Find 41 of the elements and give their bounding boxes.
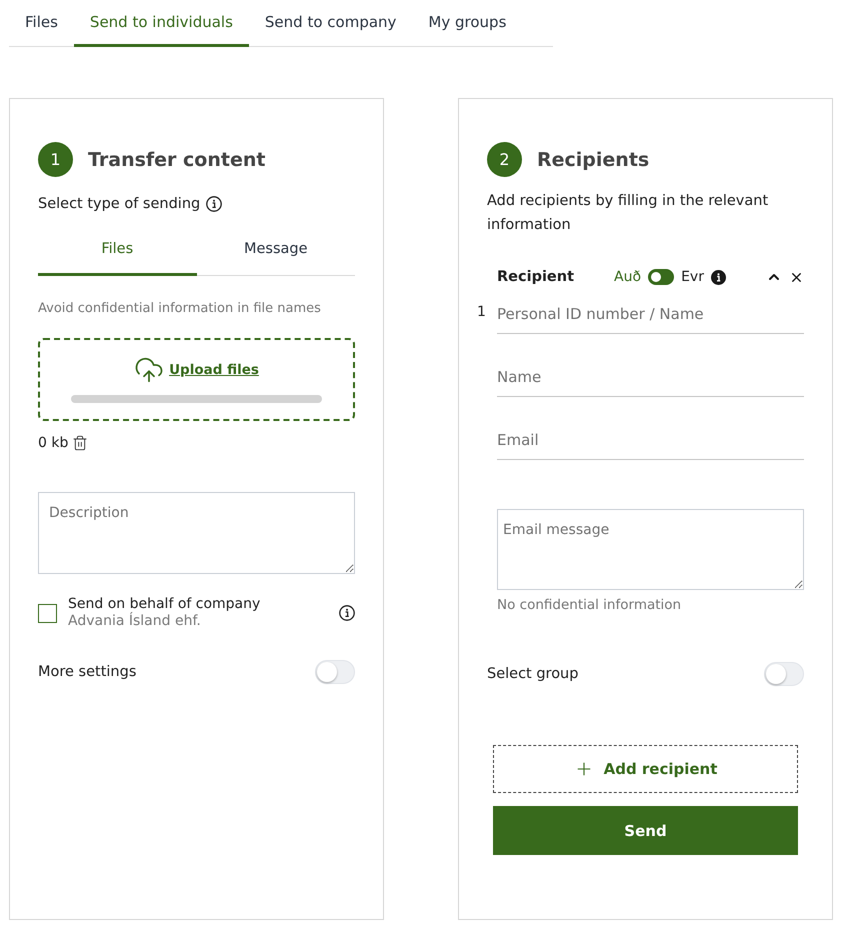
id-type-switch[interactable]: [648, 269, 674, 285]
recipient-title: Recipient: [497, 269, 574, 285]
send-button[interactable]: Send: [493, 806, 798, 855]
upload-dropzone[interactable]: Upload files: [38, 338, 355, 421]
info-icon: [206, 196, 222, 212]
checkbox-label: Send on behalf of company: [68, 596, 262, 612]
step-number: 1: [38, 142, 73, 177]
section-title: Recipients: [537, 148, 650, 172]
tab[interactable]: Send to individuals: [74, 0, 249, 47]
company-name: Advania Ísland ehf.: [68, 613, 202, 630]
hint-text: No confidential information: [497, 596, 682, 614]
file-size: 0 kb: [38, 434, 68, 452]
tab[interactable]: My groups: [412, 0, 522, 47]
add-recipient-button[interactable]: Add recipient: [493, 745, 798, 793]
email-message-field[interactable]: Email message: [497, 509, 804, 590]
id-name-field[interactable]: Personal ID number / Name: [497, 294, 804, 334]
intro-text: Add recipients by filling in the relevant information: [487, 192, 770, 235]
setting-label: Select group: [487, 665, 578, 684]
step-number: 2: [487, 142, 522, 177]
info-icon: [339, 605, 355, 621]
upload-link[interactable]: Upload files: [134, 355, 259, 385]
recipient-number: 1: [477, 303, 487, 322]
id-type-option[interactable]: Auð: [614, 269, 642, 285]
name-field[interactable]: Name: [497, 357, 804, 397]
setting-label: More settings: [38, 663, 136, 682]
checkbox[interactable]: [38, 604, 57, 622]
toggle-switch[interactable]: [315, 660, 355, 684]
tab[interactable]: Send to company: [248, 0, 412, 47]
toggle-switch[interactable]: [764, 662, 804, 686]
description-field[interactable]: Description: [38, 492, 355, 574]
email-field[interactable]: Email: [497, 420, 804, 460]
tab[interactable]: Files: [9, 0, 74, 47]
trash-icon[interactable]: [72, 435, 88, 451]
section-title: Transfer content: [88, 148, 266, 172]
field-label: Select type of sending: [38, 195, 200, 214]
notice-text: Avoid confidential information in file names: [38, 300, 322, 318]
sending-type-tab[interactable]: Message: [196, 225, 355, 276]
sending-type-tab[interactable]: Files: [38, 225, 196, 276]
cloud-upload-icon: [134, 355, 164, 385]
info-icon: [710, 270, 726, 284]
id-type-option[interactable]: Evr: [681, 269, 704, 285]
